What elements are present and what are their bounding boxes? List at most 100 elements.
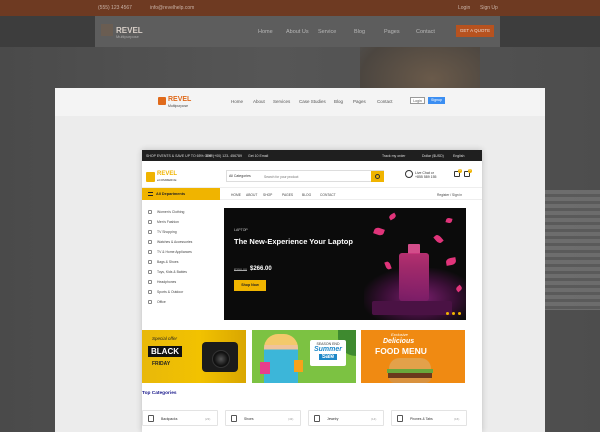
store-nav-about[interactable]: ABOUT (246, 193, 257, 197)
store-page: SHOP EVENTS & SAVE UP TO 65% OFF! Call (… (142, 150, 482, 432)
category-card-phones[interactable]: Phones & Tabs (16) (391, 410, 467, 426)
middle-logo-icon (158, 97, 166, 105)
hero-shop-button[interactable]: Shop Now (234, 280, 266, 291)
banner1-black: BLACK (148, 346, 182, 357)
hero-slider[interactable]: LAPTOP The New-Experience Your Laptop $3… (224, 208, 466, 320)
sale-sign: SEASON END Summer Sale (310, 340, 346, 366)
store-nav-shop[interactable]: SHOP (263, 193, 272, 197)
shoe-icon (231, 415, 237, 422)
store-track-order[interactable]: Track my order (382, 154, 405, 158)
jewelry-icon (314, 415, 320, 422)
category-icon (148, 250, 152, 254)
mid-nav-contact[interactable]: Contact (377, 99, 393, 104)
middle-logo-subtitle: Multipurpose (168, 104, 189, 108)
banner2-title: Summer (313, 346, 342, 353)
bg-signup[interactable]: Sign Up (480, 5, 498, 11)
shopping-bag (260, 362, 270, 374)
bg-nav-contact[interactable]: Contact (416, 29, 435, 35)
petal-decoration (388, 212, 397, 221)
cart-count: 0 (468, 169, 472, 173)
store-language[interactable]: English (453, 154, 464, 158)
bg-nav-service[interactable]: Service (318, 29, 336, 35)
store-logo-title: REVEL (157, 171, 178, 177)
all-departments-button[interactable]: All Departments (142, 188, 220, 200)
all-departments-label: All Departments (156, 192, 186, 196)
search-button[interactable] (371, 171, 384, 182)
banner-summer-sale[interactable]: SEASON END Summer Sale (252, 330, 356, 383)
headset-icon (405, 170, 413, 178)
banner3-tag: Exclusive (391, 332, 408, 337)
category-icon (148, 270, 152, 274)
store-nav-contact[interactable]: CONTACT (320, 193, 336, 197)
mid-nav-pages[interactable]: Pages (353, 99, 366, 104)
mid-signup-button[interactable]: Signup (428, 97, 445, 104)
store-topbar: SHOP EVENTS & SAVE UP TO 65% OFF! Call (… (142, 150, 482, 161)
store-email: Get 10 Email (248, 154, 269, 158)
store-promo: SHOP EVENTS & SAVE UP TO 65% OFF! (146, 154, 213, 158)
bg-logo-subtitle: Multipurpose (116, 34, 139, 39)
category-card-backpacks[interactable]: Backpacks (23) (142, 410, 218, 426)
bg-nav-blog[interactable]: Blog (354, 29, 365, 35)
bg-nav-about[interactable]: About Us (286, 29, 309, 35)
mid-nav-home[interactable]: Home (231, 99, 243, 104)
mid-nav-services[interactable]: Services (273, 99, 290, 104)
banner-black-friday[interactable]: Special offer BLACK FRIDAY (142, 330, 246, 383)
banner1-friday: FRIDAY (152, 361, 171, 367)
hero-title: The New-Experience Your Laptop (234, 237, 353, 246)
category-card-shoes[interactable]: Shoes (43) (225, 410, 301, 426)
store-nav-blog[interactable]: BLOG (302, 193, 311, 197)
camera-lens (212, 350, 230, 368)
mid-nav-case-studies[interactable]: Case Studies (299, 99, 326, 104)
banner3-title2: FOOD MENU (375, 346, 427, 356)
category-icon (148, 300, 152, 304)
bg-logo-icon (101, 24, 113, 36)
phone-icon (397, 415, 403, 422)
bg-nav-home[interactable]: Home (258, 29, 273, 35)
category-icon (148, 210, 152, 214)
shopper-image (264, 334, 298, 383)
petal-decoration (445, 257, 457, 266)
store-account-link[interactable]: Register / Sign in (437, 193, 462, 197)
store-search-bar: All Categories (226, 170, 384, 182)
category-icon (148, 230, 152, 234)
category-card-jewelry[interactable]: Jewelry (14) (308, 410, 384, 426)
slider-dot[interactable] (446, 312, 449, 315)
mid-nav-blog[interactable]: Blog (334, 99, 343, 104)
hero-tag: LAPTOP (234, 228, 248, 232)
middle-logo-title: REVEL (168, 96, 192, 103)
store-call: Call (+00) 123- 456789 (206, 154, 242, 158)
hero-old-price: $350.00 (234, 268, 247, 272)
shopping-bag (294, 360, 303, 372)
category-icon (148, 240, 152, 244)
store-logo-subtitle: eCOMMERCE (157, 178, 177, 182)
bg-phone: (555) 123 4567 (98, 5, 132, 11)
banner1-tag: Special offer (152, 336, 178, 341)
category-icon (148, 260, 152, 264)
store-currency[interactable]: Dollar ($USD) (422, 154, 444, 158)
wishlist-count: 0 (458, 169, 462, 173)
category-icon (148, 220, 152, 224)
store-nav-home[interactable]: HOME (231, 193, 241, 197)
slider-dot[interactable] (458, 312, 461, 315)
top-categories-title: Top Categories (142, 391, 177, 396)
search-input[interactable] (264, 173, 364, 180)
hero-pedestal (372, 301, 452, 315)
category-icon (148, 280, 152, 284)
banner3-title1: Delicious (383, 338, 415, 345)
bg-quote-button[interactable]: GET A QUOTE (456, 25, 494, 37)
bg-email: info@revelhelp.com (150, 5, 195, 11)
background-topbar (0, 0, 600, 16)
petal-decoration (373, 226, 385, 237)
store-nav-pages[interactable]: PAGES (282, 193, 293, 197)
hero-new-price: $266.00 (250, 266, 272, 272)
mid-login-button[interactable]: Login (410, 97, 425, 104)
bg-login[interactable]: Login (458, 5, 470, 11)
support-phone: +855 589 155 (415, 175, 437, 179)
bg-nav-pages[interactable]: Pages (384, 29, 400, 35)
banner-food-menu[interactable]: Exclusive Delicious FOOD MENU (361, 330, 465, 383)
mid-nav-about[interactable]: About (253, 99, 265, 104)
perfume-bottle-image (399, 253, 429, 301)
store-support: Live Chat or +855 589 155 (415, 171, 437, 179)
search-category-select[interactable]: All Categories (229, 174, 251, 178)
slider-dot[interactable] (452, 312, 455, 315)
